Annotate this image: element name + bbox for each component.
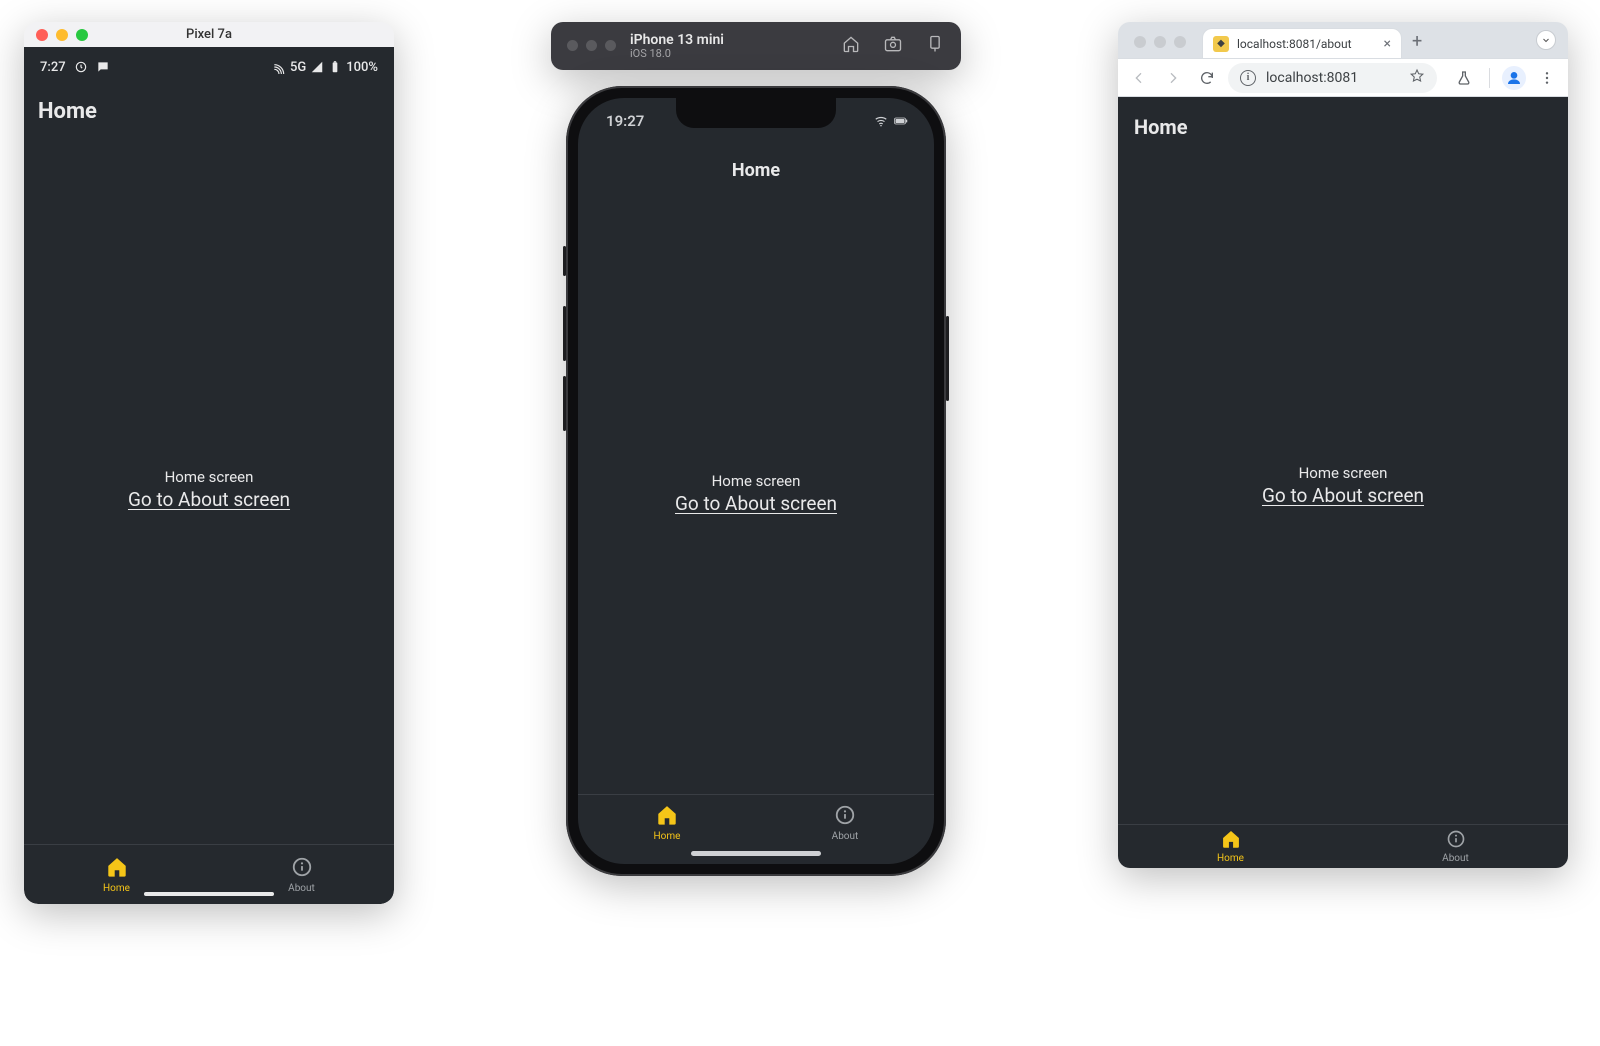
labs-button[interactable] — [1451, 65, 1477, 91]
tab-about-label: About — [1442, 853, 1469, 864]
screen-label: Home screen — [165, 468, 254, 486]
bookmark-star-icon[interactable] — [1409, 68, 1425, 88]
status-time: 7:27 — [40, 60, 66, 75]
address-bar[interactable]: i localhost:8081 — [1228, 63, 1437, 93]
tab-about[interactable]: About — [756, 795, 934, 850]
window-minimize-button[interactable] — [1154, 36, 1166, 48]
screen-content: Home screen Go to About screen — [24, 134, 394, 844]
android-window-titlebar: Pixel 7a — [24, 22, 394, 47]
iphone-mute-switch[interactable] — [563, 246, 566, 276]
tab-home[interactable]: Home — [1118, 825, 1343, 868]
simulator-rotate-button[interactable] — [925, 34, 945, 58]
signal-icon — [310, 60, 324, 74]
wifi-icon — [874, 114, 888, 128]
new-tab-button[interactable]: + — [1412, 31, 1422, 52]
go-to-about-link[interactable]: Go to About screen — [1262, 484, 1424, 507]
status-battery-percent: 100% — [346, 60, 378, 75]
iphone-volume-up[interactable] — [563, 306, 566, 361]
iphone-screen: 19:27 Home Home screen Go to About scree… — [578, 98, 934, 864]
ios-simulator-stack: iPhone 13 mini iOS 18.0 19:27 Home — [551, 22, 961, 876]
clock-icon — [74, 60, 88, 74]
info-icon — [1446, 829, 1466, 852]
chat-icon — [96, 60, 110, 74]
ios-simulator-toolbar: iPhone 13 mini iOS 18.0 — [551, 22, 961, 70]
window-close-button[interactable] — [567, 40, 578, 51]
iphone-volume-down[interactable] — [563, 376, 566, 431]
simulator-device-meta: iPhone 13 mini iOS 18.0 — [630, 32, 724, 61]
ios-home-indicator[interactable] — [691, 851, 821, 856]
tab-about-label: About — [288, 883, 315, 894]
simulator-os-version: iOS 18.0 — [630, 48, 724, 61]
iphone-power-button[interactable] — [946, 316, 949, 401]
toolbar-separator — [1489, 68, 1490, 88]
info-icon — [291, 856, 313, 881]
screen-content: Home screen Go to About screen — [578, 193, 934, 794]
tab-home-label: Home — [103, 883, 130, 894]
home-icon — [656, 804, 678, 829]
iphone-device-frame: 19:27 Home Home screen Go to About scree… — [566, 86, 946, 876]
home-icon — [106, 856, 128, 881]
nav-forward-button[interactable] — [1160, 65, 1186, 91]
site-info-icon[interactable]: i — [1240, 70, 1256, 86]
status-time: 19:27 — [606, 112, 644, 130]
bottom-tab-bar: Home About — [1118, 824, 1568, 868]
go-to-about-link[interactable]: Go to About screen — [128, 488, 290, 511]
nav-back-button[interactable] — [1126, 65, 1152, 91]
status-network-type: 5G — [290, 60, 306, 75]
tab-about[interactable]: About — [1343, 825, 1568, 868]
battery-icon — [894, 114, 908, 128]
tab-close-button[interactable]: × — [1384, 36, 1391, 52]
nav-reload-button[interactable] — [1194, 65, 1220, 91]
screen-content: Home screen Go to About screen — [1118, 147, 1568, 824]
page-title: Home — [1118, 97, 1568, 147]
simulator-actions — [841, 34, 945, 58]
chrome-menu-button[interactable] — [1534, 65, 1560, 91]
favicon-icon: ◆ — [1213, 36, 1229, 52]
page-title: Home — [578, 144, 934, 193]
android-window-title: Pixel 7a — [24, 27, 394, 42]
simulator-home-button[interactable] — [841, 34, 861, 58]
android-emulator-window: Pixel 7a 7:27 5G 100% Home Home screen G… — [24, 22, 394, 904]
info-icon — [834, 804, 856, 829]
cast-icon — [272, 60, 286, 74]
window-zoom-button[interactable] — [1174, 36, 1186, 48]
chrome-toolbar: i localhost:8081 — [1118, 58, 1568, 97]
tab-home[interactable]: Home — [578, 795, 756, 850]
tab-overflow-button[interactable] — [1536, 30, 1556, 50]
android-status-bar: 7:27 5G 100% — [24, 55, 394, 79]
go-to-about-link[interactable]: Go to About screen — [675, 492, 837, 515]
browser-tab-title: localhost:8081/about — [1237, 37, 1376, 51]
web-app-viewport: Home Home screen Go to About screen Home… — [1118, 97, 1568, 868]
screen-label: Home screen — [712, 472, 801, 490]
page-title: Home — [24, 79, 394, 134]
simulator-screenshot-button[interactable] — [883, 34, 903, 58]
window-zoom-button[interactable] — [605, 40, 616, 51]
tab-home-label: Home — [654, 831, 681, 842]
browser-tab[interactable]: ◆ localhost:8081/about × — [1202, 28, 1402, 58]
window-traffic-lights — [1134, 36, 1186, 48]
simulator-device-name: iPhone 13 mini — [630, 32, 724, 48]
tab-home-label: Home — [1217, 853, 1244, 864]
window-traffic-lights — [567, 40, 616, 51]
address-bar-url: localhost:8081 — [1266, 70, 1399, 86]
screen-label: Home screen — [1299, 464, 1388, 482]
home-icon — [1221, 829, 1241, 852]
battery-icon — [328, 60, 342, 74]
chrome-tab-strip: ◆ localhost:8081/about × + — [1118, 22, 1568, 58]
window-close-button[interactable] — [1134, 36, 1146, 48]
chrome-browser-window: ◆ localhost:8081/about × + i localhost:8… — [1118, 22, 1568, 868]
profile-avatar-button[interactable] — [1502, 66, 1526, 90]
android-screen: 7:27 5G 100% Home Home screen Go to Abou… — [24, 47, 394, 904]
tab-about-label: About — [832, 831, 859, 842]
android-nav-pill[interactable] — [144, 892, 274, 896]
iphone-notch — [676, 98, 836, 128]
window-minimize-button[interactable] — [586, 40, 597, 51]
